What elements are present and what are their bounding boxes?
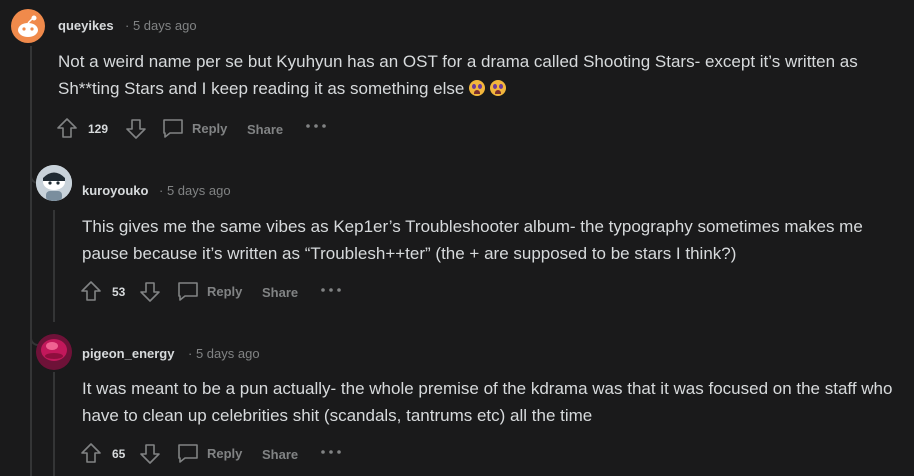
- reply-button[interactable]: Reply: [176, 280, 242, 302]
- more-options-button[interactable]: [320, 284, 342, 296]
- thread-line[interactable]: [53, 210, 55, 322]
- upvote-arrow-icon: [81, 281, 101, 301]
- comment-body: This gives me the same vibes as Kep1er’s…: [82, 217, 863, 263]
- comment-bubble-icon: [178, 282, 198, 301]
- comment-body: It was meant to be a pun actually- the w…: [82, 379, 893, 425]
- avatar[interactable]: [36, 334, 72, 370]
- snoo-avatar-icon: [36, 334, 72, 370]
- comment-bubble-icon: [178, 444, 198, 463]
- share-button[interactable]: Share: [262, 285, 298, 300]
- crying-face-icon: [490, 80, 507, 96]
- more-dots-icon: [321, 450, 341, 454]
- comment-body: Not a weird name per se but Kyuhyun has …: [58, 48, 903, 102]
- vote-count: 129: [88, 122, 109, 136]
- crying-face-icon: [469, 80, 486, 96]
- comment-timestamp[interactable]: · 5 days ago: [125, 18, 197, 33]
- comment-text: Not a weird name per se but Kyuhyun has …: [58, 52, 858, 98]
- comment-timestamp[interactable]: · 5 days ago: [188, 346, 260, 361]
- downvote-button[interactable]: [125, 118, 147, 140]
- downvote-arrow-icon: [140, 444, 160, 464]
- upvote-arrow-icon: [81, 443, 101, 463]
- thread-line[interactable]: [30, 46, 32, 476]
- vote-count: 53: [112, 285, 126, 299]
- more-options-button[interactable]: [305, 120, 327, 132]
- downvote-button[interactable]: [139, 443, 161, 465]
- upvote-button[interactable]: [80, 280, 102, 302]
- comment-author[interactable]: pigeon_energy: [82, 346, 174, 361]
- comment-bubble-icon: [163, 119, 183, 138]
- reply-label: Reply: [207, 445, 243, 461]
- share-button[interactable]: Share: [262, 447, 298, 462]
- downvote-arrow-icon: [140, 282, 160, 302]
- upvote-button[interactable]: [80, 442, 102, 464]
- downvote-button[interactable]: [139, 281, 161, 303]
- downvote-arrow-icon: [126, 119, 146, 139]
- more-dots-icon: [306, 124, 326, 128]
- avatar[interactable]: [11, 9, 45, 43]
- share-button[interactable]: Share: [247, 122, 283, 137]
- comment-author[interactable]: queyikes: [58, 18, 114, 33]
- thread-line[interactable]: [53, 372, 55, 476]
- reply-button[interactable]: Reply: [176, 442, 242, 464]
- more-dots-icon: [321, 288, 341, 292]
- reply-button[interactable]: Reply: [161, 117, 227, 139]
- reply-label: Reply: [192, 120, 228, 136]
- upvote-arrow-icon: [57, 118, 77, 138]
- avatar[interactable]: [36, 165, 72, 201]
- reply-label: Reply: [207, 283, 243, 299]
- comment-author[interactable]: kuroyouko: [82, 183, 148, 198]
- comment-timestamp[interactable]: · 5 days ago: [159, 183, 231, 198]
- upvote-button[interactable]: [56, 117, 78, 139]
- snoo-avatar-icon: [18, 15, 38, 37]
- more-options-button[interactable]: [320, 446, 342, 458]
- snoo-avatar-icon: [36, 165, 72, 201]
- vote-count: 65: [112, 447, 126, 461]
